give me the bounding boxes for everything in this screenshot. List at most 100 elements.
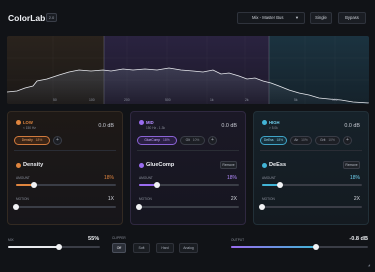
freq-label: 1k xyxy=(210,98,214,102)
effect-color-dot xyxy=(262,163,267,168)
chip-value: 10% xyxy=(328,138,335,142)
version-badge: 2.0 xyxy=(46,13,57,22)
effect-chip-gluecomp[interactable]: GlueComp 18% xyxy=(137,136,177,145)
band-color-dot xyxy=(16,120,21,125)
motion-value: 1X xyxy=(107,196,114,202)
amount-slider[interactable] xyxy=(262,182,362,188)
spectrum-analyzer[interactable]: 50 100 200 500 1k 2k 5k 10k xyxy=(7,36,369,104)
clipper-option-analog[interactable]: Analog xyxy=(179,243,198,253)
band-range: < 150 Hz xyxy=(23,126,36,130)
bypass-button[interactable]: Bypass xyxy=(338,12,366,24)
chip-value: 18% xyxy=(35,138,43,142)
band-name: HIGH xyxy=(269,120,280,125)
chip-label: GlueComp xyxy=(144,138,161,142)
amount-knob[interactable] xyxy=(31,182,37,188)
band-range: 150 Hz - 1.3k xyxy=(146,126,165,130)
chip-value: 18% xyxy=(276,138,284,142)
divider xyxy=(260,150,362,151)
effect-name: GlueComp xyxy=(146,162,175,168)
freq-label: 50 xyxy=(53,98,57,102)
motion-label: MOTION xyxy=(262,197,275,201)
motion-knob[interactable] xyxy=(259,204,265,210)
add-effect-button[interactable]: + xyxy=(53,136,62,145)
output-knob[interactable] xyxy=(313,244,319,250)
motion-slider[interactable] xyxy=(259,204,362,210)
motion-slider[interactable] xyxy=(136,204,239,210)
divider xyxy=(137,150,239,151)
band-color-dot xyxy=(139,120,144,125)
effect-name: DeEss xyxy=(269,162,287,168)
amount-value: 18% xyxy=(349,175,360,181)
freq-label: 5k xyxy=(294,98,298,102)
single-button[interactable]: Single xyxy=(310,12,332,24)
effect-color-dot xyxy=(139,163,144,168)
band-color-dot xyxy=(262,120,267,125)
clipper-option-hard[interactable]: Hard xyxy=(156,243,174,253)
effect-chip-glt[interactable]: Glt 10% xyxy=(180,136,205,145)
effect-chip-air[interactable]: Air 10% xyxy=(290,136,312,145)
output-fill xyxy=(231,246,316,248)
amount-value: 18% xyxy=(226,175,237,181)
remove-effect-button[interactable]: Remove xyxy=(343,161,360,169)
motion-value: 2X xyxy=(230,196,237,202)
band-gain[interactable]: 0.0 dB xyxy=(344,123,360,129)
band-gain[interactable]: 0.0 dB xyxy=(221,123,237,129)
effect-color-dot xyxy=(16,163,21,168)
effect-chip-deess[interactable]: DeEss 18% xyxy=(260,136,287,145)
preset-selector[interactable]: Mix - Master Bus ▼ xyxy=(237,12,305,24)
band-panel-mid[interactable]: MID 150 Hz - 1.3k 0.0 dB GlueComp 18% Gl… xyxy=(130,111,246,225)
resize-grip-icon[interactable]: ◢ xyxy=(368,263,370,267)
mix-fill xyxy=(8,246,59,248)
remove-effect-button[interactable]: Remove xyxy=(220,161,237,169)
amount-slider[interactable] xyxy=(139,182,239,188)
chip-label: Air xyxy=(294,138,299,142)
amount-slider[interactable] xyxy=(16,182,116,188)
amount-knob[interactable] xyxy=(277,182,283,188)
motion-label: MOTION xyxy=(139,197,152,201)
band-gain[interactable]: 0.0 dB xyxy=(98,123,114,129)
clipper-option-soft[interactable]: Soft xyxy=(133,243,150,253)
clipper-option-off[interactable]: Off xyxy=(112,243,126,253)
chevron-down-icon: ▼ xyxy=(295,15,299,20)
amount-knob[interactable] xyxy=(154,182,160,188)
effect-chip-grit[interactable]: Grit 10% xyxy=(315,136,340,145)
add-effect-button[interactable]: + xyxy=(208,136,217,145)
motion-slider[interactable] xyxy=(13,204,116,210)
colorlab-plugin: ColorLab 2.0 Mix - Master Bus ▼ Single B… xyxy=(0,0,375,272)
freq-label: 2k xyxy=(245,98,249,102)
preset-name: Mix - Master Bus xyxy=(252,15,284,20)
freq-label: 10k xyxy=(332,98,338,102)
effect-chip-density[interactable]: Density 18% xyxy=(14,136,50,145)
mix-value: 55% xyxy=(88,236,100,242)
clipper-label: CLIPPER xyxy=(112,236,126,240)
output-slider[interactable] xyxy=(231,244,368,250)
motion-knob[interactable] xyxy=(136,204,142,210)
chip-label: Glt xyxy=(185,138,190,142)
motion-knob[interactable] xyxy=(13,204,19,210)
amount-label: AMOUNT xyxy=(139,176,153,180)
effect-name: Density xyxy=(23,162,44,168)
mix-slider[interactable] xyxy=(8,244,100,250)
add-effect-button[interactable]: + xyxy=(343,136,352,145)
app-title: ColorLab xyxy=(8,13,46,23)
motion-label: MOTION xyxy=(16,197,29,201)
band-panel-low[interactable]: LOW < 150 Hz 0.0 dB Density 18% + Densit… xyxy=(7,111,123,225)
chip-value: 18% xyxy=(163,138,170,142)
chip-value: 10% xyxy=(301,138,308,142)
amount-label: AMOUNT xyxy=(16,176,30,180)
mix-knob[interactable] xyxy=(56,244,62,250)
freq-label: 200 xyxy=(124,98,130,102)
freq-label: 500 xyxy=(165,98,171,102)
chip-label: Density xyxy=(21,138,33,142)
band-panel-high[interactable]: HIGH > 5.0k 0.0 dB DeEss 18% Air 10% Gri… xyxy=(253,111,369,225)
divider xyxy=(14,150,116,151)
freq-label: 100 xyxy=(89,98,95,102)
band-name: MID xyxy=(146,120,154,125)
amount-value: 18% xyxy=(103,175,114,181)
spectrum-graph xyxy=(7,36,369,104)
chip-label: Grit xyxy=(320,138,326,142)
mix-label: MIX xyxy=(8,238,14,242)
motion-value: 2X xyxy=(353,196,360,202)
amount-label: AMOUNT xyxy=(262,176,276,180)
chip-value: 10% xyxy=(192,138,200,142)
